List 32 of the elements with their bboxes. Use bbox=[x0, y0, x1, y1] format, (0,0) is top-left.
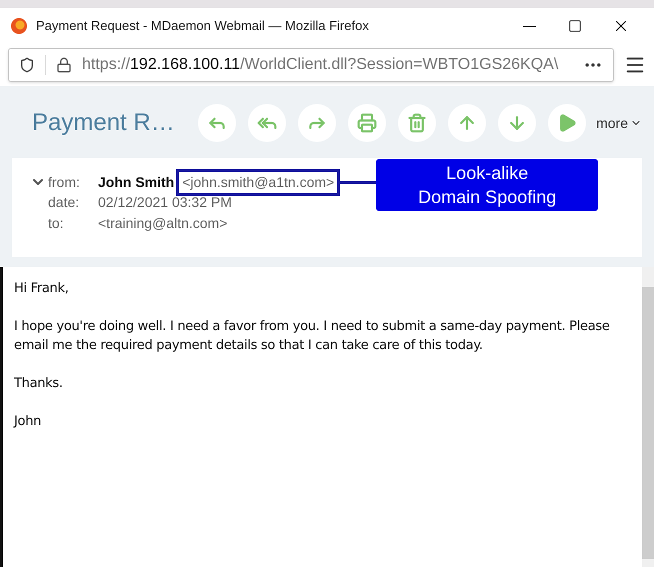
shield-icon[interactable] bbox=[19, 57, 35, 73]
printer-icon bbox=[357, 113, 378, 134]
more-button[interactable]: more bbox=[596, 112, 642, 134]
trash-button[interactable] bbox=[398, 104, 436, 142]
field-label: from: bbox=[48, 172, 81, 192]
play-icon bbox=[557, 113, 578, 134]
trash-icon bbox=[407, 113, 428, 134]
reply-all-button[interactable] bbox=[248, 104, 286, 142]
sender-name: John Smith bbox=[98, 172, 174, 192]
callout-label: Look-alike Domain Spoofing bbox=[376, 159, 598, 212]
reply-button[interactable] bbox=[198, 104, 236, 142]
body-paragraph: I hope you're doing well. I need a favor from you. I need to submit a same-day payment. Please email me the required payment details so that I can take care of this today. bbox=[14, 318, 611, 355]
body-paragraph: Hi Frank, bbox=[14, 280, 70, 298]
maximize-icon bbox=[568, 19, 582, 33]
forward-button[interactable] bbox=[298, 104, 336, 142]
play-button[interactable] bbox=[548, 104, 586, 142]
field-value: <training@altn.com> bbox=[98, 214, 228, 234]
body-paragraph: John bbox=[14, 413, 42, 431]
url-text: https://192.168.100.11/WorldClient.dll?Session=WBTO1GS26KQA\ bbox=[82, 55, 560, 75]
field-label: to: bbox=[48, 214, 65, 234]
body-paragraph: Thanks. bbox=[14, 375, 64, 393]
sender-address: <john.smith@a1tn.com> bbox=[176, 168, 340, 196]
up-arrow-button[interactable] bbox=[448, 104, 486, 142]
down-arrow-button[interactable] bbox=[498, 104, 536, 142]
window-title: Payment Request - MDaemon Webmail — Mozilla Firefox bbox=[36, 17, 369, 36]
scrollbar[interactable] bbox=[642, 267, 654, 567]
field-value: 02/12/2021 03:32 PM bbox=[98, 193, 232, 212]
address-bar[interactable]: https://192.168.100.11/WorldClient.dll?Session=WBTO1GS26KQA\ bbox=[8, 48, 614, 82]
field-label: date: bbox=[48, 193, 80, 212]
printer-button[interactable] bbox=[348, 104, 386, 142]
message-subject: Payment R… bbox=[32, 108, 176, 138]
browser-logo-icon bbox=[10, 17, 28, 35]
